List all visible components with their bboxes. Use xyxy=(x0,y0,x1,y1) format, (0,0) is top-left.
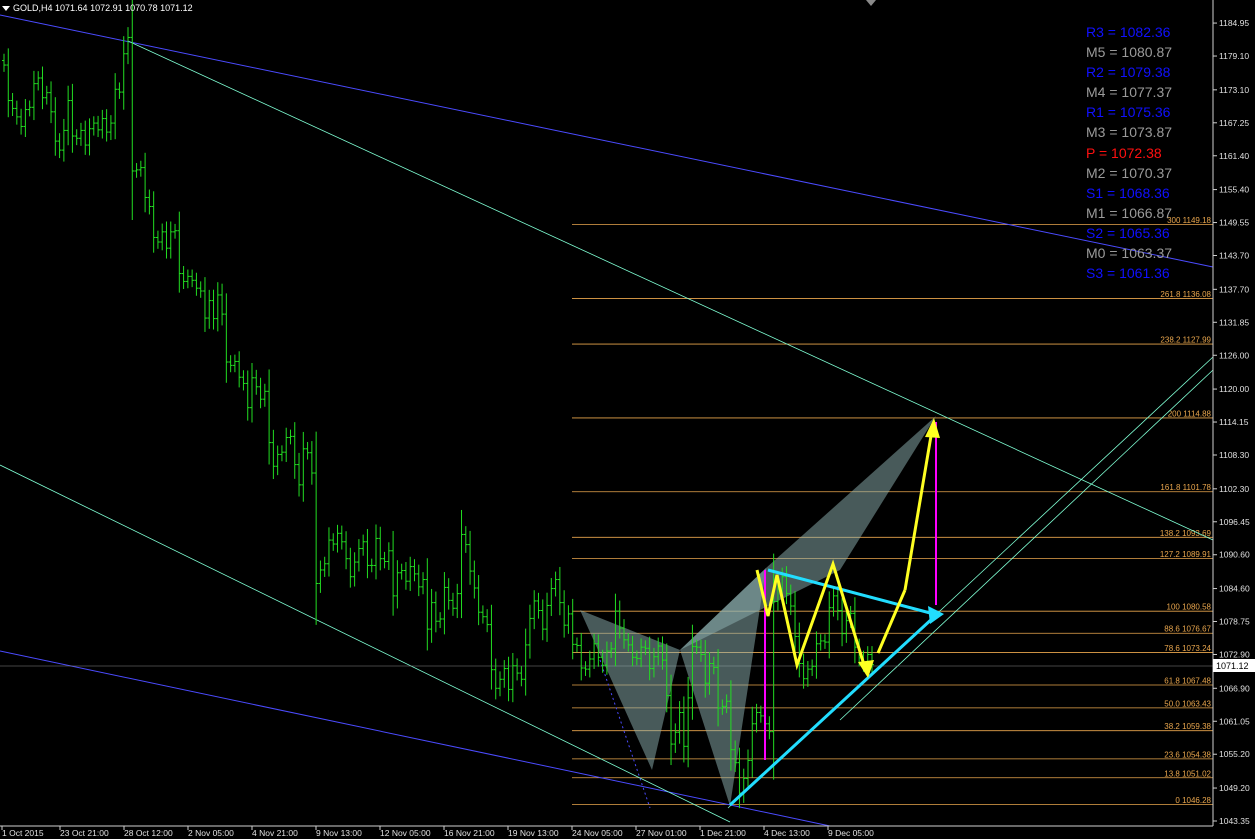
pivot-level: S2 = 1065.36 xyxy=(1086,224,1170,241)
fib-level-label: 238.2 1127.99 xyxy=(1160,336,1211,345)
price-tick-label: 1173.10 xyxy=(1219,85,1249,95)
pivot-level: R2 = 1079.38 xyxy=(1086,64,1171,81)
price-tick-label: 1126.00 xyxy=(1219,350,1249,360)
price-tick-label: 1179.10 xyxy=(1219,51,1249,61)
fib-level-label: 138.2 1093.69 xyxy=(1160,529,1212,538)
time-tick-label: 19 Nov 13:00 xyxy=(508,828,559,838)
time-tick-label: 16 Nov 21:00 xyxy=(444,828,495,838)
price-tick-label: 1084.60 xyxy=(1219,584,1250,594)
price-tick-label: 1149.55 xyxy=(1219,218,1249,228)
pivot-level: S3 = 1061.36 xyxy=(1086,265,1170,282)
price-tick-label: 1184.95 xyxy=(1219,18,1249,28)
time-tick-label: 12 Nov 05:00 xyxy=(380,828,431,838)
price-tick-label: 1137.70 xyxy=(1219,284,1249,294)
symbol-label: GOLD,H4 xyxy=(13,3,53,13)
pivot-level: M5 = 1080.87 xyxy=(1086,44,1173,61)
price-tick-label: 1078.75 xyxy=(1219,617,1250,627)
pivot-level: S1 = 1068.36 xyxy=(1086,184,1170,201)
fib-level-label: 100 1080.58 xyxy=(1167,603,1212,612)
time-tick-label: 9 Dec 05:00 xyxy=(828,828,874,838)
fib-level-label: 61.8 1067.48 xyxy=(1164,677,1211,686)
fib-level-label: 127.2 1089.91 xyxy=(1160,550,1212,559)
pivot-level: M3 = 1073.87 xyxy=(1086,124,1173,141)
pivot-level: M1 = 1066.87 xyxy=(1086,204,1173,221)
price-tick-label: 1102.30 xyxy=(1219,484,1249,494)
price-tick-label: 1108.30 xyxy=(1219,450,1249,460)
price-tick-label: 1066.90 xyxy=(1219,683,1250,693)
pivot-level: R1 = 1075.36 xyxy=(1086,104,1171,121)
fib-level-label: 200 1114.88 xyxy=(1168,409,1212,418)
ohlc-values: 1071.64 1072.91 1070.78 1071.12 xyxy=(55,3,193,13)
pivot-level: R3 = 1082.36 xyxy=(1086,24,1171,40)
pivot-level: M0 = 1063.37 xyxy=(1086,245,1173,262)
chart-header: GOLD,H4 1071.64 1072.91 1070.78 1071.12 xyxy=(0,3,193,17)
fib-level-label: 13.8 1051.02 xyxy=(1164,769,1211,778)
pivot-level: P = 1072.38 xyxy=(1086,144,1162,161)
fib-level-label: 261.8 1136.08 xyxy=(1160,290,1211,299)
price-tick-label: 1161.40 xyxy=(1219,151,1249,161)
price-tick-label: 1055.20 xyxy=(1219,749,1250,759)
fib-level-label: 88.6 1076.67 xyxy=(1164,625,1211,634)
current-price-label: 1071.12 xyxy=(1216,661,1249,671)
fib-level-label: 161.8 1101.78 xyxy=(1160,483,1211,492)
price-tick-label: 1090.60 xyxy=(1219,550,1250,560)
pivot-levels-panel: R3 = 1082.36 M5 = 1080.87 R2 = 1079.38 M4 =… xyxy=(1086,22,1196,283)
price-tick-label: 1131.85 xyxy=(1219,317,1249,327)
time-tick-label: 1 Oct 2015 xyxy=(2,828,44,838)
price-tick-label: 1155.40 xyxy=(1219,185,1249,195)
price-tick-label: 1072.90 xyxy=(1219,649,1250,659)
time-tick-label: 9 Nov 13:00 xyxy=(316,828,362,838)
fib-level-label: 0 1046.28 xyxy=(1175,796,1211,805)
time-tick-label: 2 Nov 05:00 xyxy=(188,828,234,838)
pivot-level: M4 = 1077.37 xyxy=(1086,84,1173,101)
price-tick-label: 1120.00 xyxy=(1219,384,1249,394)
price-tick-label: 1061.05 xyxy=(1219,716,1250,726)
fib-level-label: 50.0 1063.43 xyxy=(1164,699,1211,708)
time-tick-label: 1 Dec 21:00 xyxy=(700,828,746,838)
price-tick-label: 1049.20 xyxy=(1219,783,1250,793)
time-tick-label: 4 Dec 13:00 xyxy=(764,828,810,838)
price-tick-label: 1143.70 xyxy=(1219,251,1249,261)
fib-level-label: 23.6 1054.38 xyxy=(1164,750,1211,759)
time-tick-label: 28 Oct 12:00 xyxy=(124,828,173,838)
chevron-down-icon[interactable] xyxy=(2,5,10,11)
time-tick-label: 4 Nov 21:00 xyxy=(252,828,298,838)
price-chart[interactable]: 300 1149.18261.8 1136.08238.2 1127.99200… xyxy=(0,0,1255,839)
pivot-level: M2 = 1070.37 xyxy=(1086,164,1173,181)
fib-level-label: 38.2 1059.38 xyxy=(1164,722,1211,731)
price-tick-label: 1043.35 xyxy=(1219,816,1250,826)
price-tick-label: 1114.15 xyxy=(1219,417,1249,427)
price-tick-label: 1167.25 xyxy=(1219,118,1249,128)
price-tick-label: 1096.45 xyxy=(1219,517,1250,527)
time-tick-label: 23 Oct 21:00 xyxy=(60,828,109,838)
time-tick-label: 27 Nov 01:00 xyxy=(636,828,687,838)
time-tick-label: 24 Nov 05:00 xyxy=(572,828,623,838)
fib-level-label: 78.6 1073.24 xyxy=(1164,644,1211,653)
